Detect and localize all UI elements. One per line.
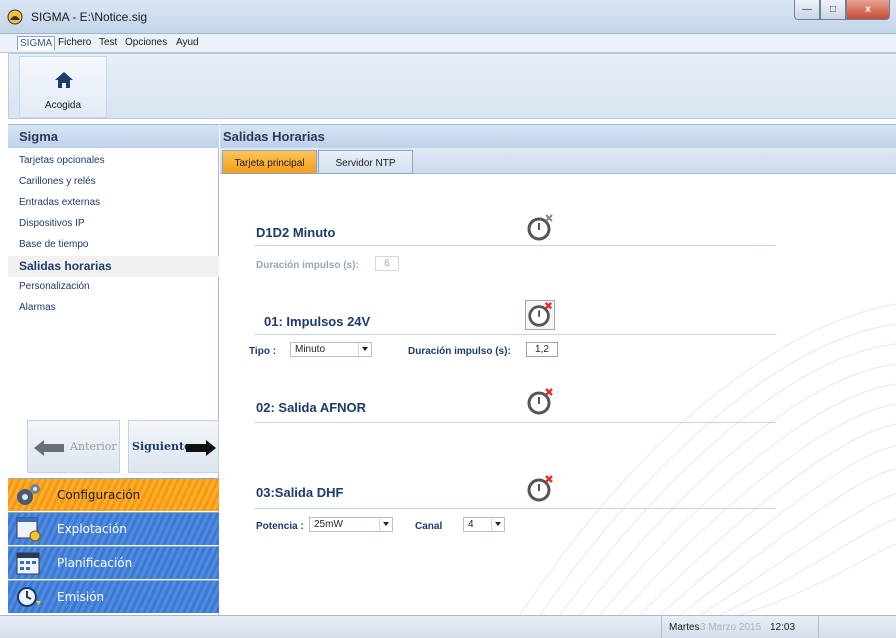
maximize-button[interactable]: □ [820, 0, 846, 20]
sidebar-header: Sigma [8, 124, 219, 148]
clock-disabled-icon [527, 214, 553, 241]
module-configuracion[interactable]: Configuración [8, 478, 219, 511]
chevron-down-icon [379, 518, 392, 531]
status-separator [661, 616, 662, 638]
menu-bar: SIGMA Fichero Test Opciones Ayud [0, 34, 896, 53]
clock-error-icon [527, 388, 553, 415]
section-divider [254, 508, 776, 509]
chevron-down-icon [491, 518, 504, 531]
module-emision[interactable]: Emisión [8, 580, 219, 613]
home-button[interactable]: Acogida [19, 56, 107, 118]
tab-tarjeta-principal[interactable]: Tarjeta principal [222, 150, 317, 174]
sidebar-item-entradas-externas[interactable]: Entradas externas [19, 197, 100, 208]
menu-ayuda[interactable]: Ayud [176, 37, 199, 48]
out01-status-button[interactable] [525, 300, 555, 330]
window-gear-icon [16, 517, 41, 542]
status-bar: Martes 3 Marzo 2015 12:03 [0, 615, 896, 638]
out03-channel-value: 4 [468, 519, 474, 530]
out03-power-select[interactable]: 25mW [309, 517, 393, 532]
status-time: 12:03 [770, 622, 796, 633]
home-icon [55, 72, 73, 88]
sidebar-item-personalizacion[interactable]: Personalización [19, 281, 90, 292]
section-title-d1d2: D1D2 Minuto [256, 225, 336, 240]
sidebar-item-tarjetas-opcionales[interactable]: Tarjetas opcionales [19, 155, 105, 166]
title-bar: SIGMA - E:\Notice.sig — □ x [0, 0, 896, 34]
previous-label: Anterior [70, 440, 117, 453]
d1d2-status-button[interactable] [525, 213, 555, 243]
clock-error-icon [527, 475, 553, 502]
sidebar-item-alarmas[interactable]: Alarmas [19, 302, 56, 313]
section-divider [254, 334, 776, 335]
module-label: Explotación [57, 522, 127, 536]
content-panel: D1D2 Minuto Duración impulso (s): 6 01: … [220, 174, 896, 615]
sidebar-item-base-de-tiempo[interactable]: Base de tiempo [19, 239, 89, 250]
out03-channel-label: Canal [415, 521, 443, 532]
section-title-out01: 01: Impulsos 24V [264, 314, 371, 329]
out01-type-select[interactable]: Minuto [290, 342, 372, 357]
out01-pulse-label: Duración impulso (s): [408, 346, 511, 357]
out03-power-value: 25mW [314, 519, 343, 530]
out03-status-button[interactable] [525, 474, 555, 504]
clock-arrow-icon [17, 587, 41, 607]
arrow-left-icon [34, 440, 64, 456]
out02-status-button[interactable] [525, 387, 555, 417]
module-planificacion[interactable]: Planificación [8, 546, 219, 579]
d1d2-pulse-label: Duración impulso (s): [256, 260, 359, 271]
main-header: Salidas Horarias [220, 124, 896, 148]
out01-type-label: Tipo : [249, 346, 277, 357]
calendar-icon [16, 552, 40, 575]
section-divider [254, 422, 776, 423]
minimize-button[interactable]: — [794, 0, 820, 20]
menu-sigma[interactable]: SIGMA [17, 36, 56, 50]
clock-error-icon [528, 302, 553, 327]
menu-fichero[interactable]: Fichero [58, 37, 91, 48]
gears-icon [17, 484, 40, 505]
out01-type-value: Minuto [295, 344, 326, 355]
app-icon [7, 9, 23, 25]
status-date: 3 Marzo 2015 [700, 622, 762, 633]
menu-test[interactable]: Test [99, 37, 117, 48]
module-explotacion[interactable]: Explotación [8, 512, 219, 545]
sidebar-item-carillones[interactable]: Carillones y relés [19, 176, 96, 187]
out03-power-label: Potencia : [256, 521, 304, 532]
out03-channel-select[interactable]: 4 [463, 517, 505, 532]
window-controls: — □ x [794, 0, 890, 20]
window-title: SIGMA - E:\Notice.sig [31, 10, 148, 24]
sidebar-title: Sigma [19, 129, 59, 144]
background-waves [519, 303, 896, 615]
menu-opciones[interactable]: Opciones [125, 37, 167, 48]
close-button[interactable]: x [846, 0, 890, 20]
page-title: Salidas Horarias [223, 129, 325, 144]
sidebar-item-salidas-horarias[interactable]: Salidas horarias [19, 259, 112, 273]
arrow-right-icon [186, 440, 216, 456]
status-separator [818, 616, 819, 638]
tab-servidor-ntp[interactable]: Servidor NTP [318, 150, 413, 174]
module-label: Configuración [57, 488, 141, 502]
home-label: Acogida [44, 100, 82, 111]
sidebar-item-dispositivos-ip[interactable]: Dispositivos IP [19, 218, 85, 229]
chevron-down-icon [358, 343, 371, 356]
section-divider [254, 245, 776, 246]
previous-button[interactable]: Anterior [27, 420, 120, 473]
module-label: Emisión [57, 590, 105, 604]
module-label: Planificación [57, 556, 133, 570]
section-title-out03: 03:Salida DHF [256, 485, 344, 500]
status-day: Martes [669, 622, 700, 633]
section-title-out02: 02: Salida AFNOR [256, 400, 367, 415]
next-button[interactable]: Siguiente. [128, 420, 219, 473]
out01-pulse-field[interactable]: 1,2 [526, 342, 558, 357]
ribbon: Acogida [8, 53, 896, 119]
d1d2-pulse-field: 6 [375, 256, 399, 271]
